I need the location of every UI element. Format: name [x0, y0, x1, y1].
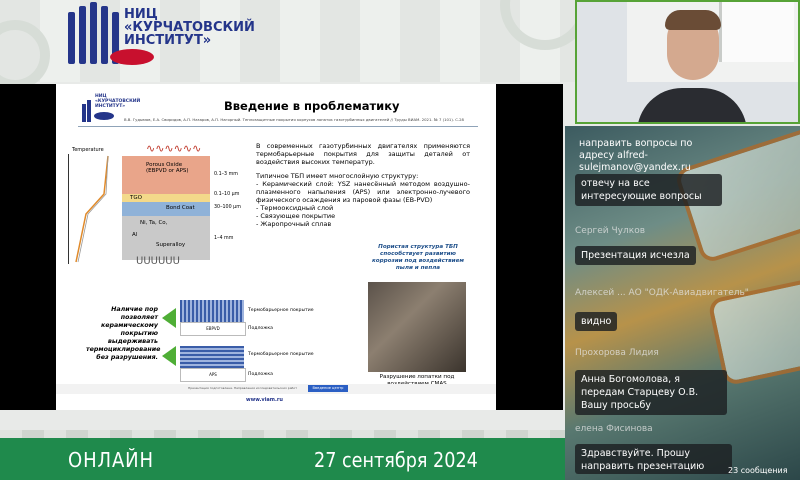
ni-ta-label: Ni, Ta, Co,	[140, 220, 168, 226]
superalloy-label: Superalloy	[156, 242, 186, 248]
ebpvd-microstructure	[180, 300, 244, 322]
substrate-label: Подложка	[248, 372, 273, 377]
footer-url: www.viam.ru	[246, 397, 283, 403]
structure-item: - Керамический слой: YSZ нанесённый мето…	[256, 180, 470, 204]
chat-message: Анна Богомолова, я передам Старцеву О.В.…	[575, 370, 727, 415]
substrate-label: Подложка	[248, 326, 273, 331]
speaker-body	[637, 88, 747, 122]
chat-sender: Алексей ... АО "ОДК-Авиадвигатель"	[575, 288, 749, 298]
dim-label: 0.1–10 μm	[214, 192, 240, 197]
structure-item: - Связующее покрытие	[256, 212, 336, 220]
bottom-stripes	[0, 430, 565, 438]
dim-label: 30–100 μm	[214, 205, 241, 210]
pores-note: Наличие пор позволяет керамическому покр…	[86, 306, 161, 361]
chat-message: Здравствуйте. Прошу направить презентаци…	[575, 444, 732, 474]
structure-item: - Жаропрочный сплав	[256, 220, 332, 228]
online-label: ОНЛАЙН	[68, 448, 154, 472]
tgo-label: TGO	[130, 195, 142, 201]
heat-waves-icon: ∿∿∿∿∿∿	[146, 142, 202, 155]
slide-logo-text: НИЦ «КУРЧАТОВСКИЙ ИНСТИТУТ»	[95, 94, 141, 109]
arrow-left-icon	[162, 346, 176, 366]
chat-sender: Сергей Чулков	[575, 226, 646, 236]
org-name: НИЦ «КУРЧАТОВСКИЙ ИНСТИТУТ»	[124, 7, 255, 48]
slide-title: Введение в проблематику	[224, 99, 400, 113]
slide-divider	[78, 126, 478, 127]
chat-message: видно	[575, 312, 618, 331]
viam-logo-oval	[110, 49, 154, 65]
slide-logo: НИЦ «КУРЧАТОВСКИЙ ИНСТИТУТ»	[82, 92, 140, 122]
aps-label: APS	[180, 368, 246, 382]
structure-item: - Термооксидный слой	[256, 204, 334, 212]
speaker-webcam	[575, 0, 800, 124]
dim-label: 0.1–3 mm	[214, 172, 238, 177]
more-messages-indicator[interactable]: 23 сообщения	[728, 466, 788, 475]
temperature-label: Temperature	[72, 147, 104, 153]
structure-list: - Керамический слой: YSZ нанесённый мето…	[256, 180, 470, 228]
dim-label: 1–4 mm	[214, 236, 234, 241]
structure-heading: Типичное ТБП имеет многослойную структур…	[256, 172, 419, 180]
intro-paragraph: В современных газотурбинных двигателях п…	[256, 142, 470, 166]
webcam-whiteboard	[719, 2, 794, 62]
presentation-area: НИЦ «КУРЧАТОВСКИЙ ИНСТИТУТ» Введение в п…	[0, 84, 563, 410]
chat-sender: Прохорова Лидия	[575, 348, 659, 358]
footer-button: Введение центр	[308, 385, 348, 392]
temperature-curve	[75, 155, 109, 263]
damaged-blade-image	[368, 282, 466, 372]
footer-caption: Презентация подготовлена. Направления ис…	[188, 386, 297, 390]
slide-authors: В.В. Гудымов, Е.А. Свиридов, А.П. Назаро…	[124, 117, 464, 122]
coating-label: Термобарьерное покрытие	[248, 352, 314, 357]
aps-microstructure	[180, 346, 244, 368]
ebpvd-label: EBPVD	[180, 322, 246, 336]
speaker-hair	[665, 10, 721, 30]
bond-coat-label: Bond Coat	[166, 205, 195, 211]
al-label: Al	[132, 232, 138, 238]
logo-bar	[79, 6, 86, 64]
chat-panel[interactable]: направить вопросы по адресу alfred-sulej…	[565, 126, 800, 480]
chat-message: направить вопросы по адресу alfred-sulej…	[579, 138, 693, 173]
porous-structure-note: Пористая структура ТБП способствует разв…	[372, 244, 464, 271]
mini-logo-bar	[82, 104, 86, 122]
slide-logo-oval	[94, 112, 114, 120]
logo-bar	[68, 12, 75, 64]
chat-sender: елена Фисинова	[575, 424, 653, 434]
mini-logo-bar	[87, 100, 91, 122]
porous-oxide-label: Porous Oxide (EBPVD or APS)	[146, 162, 189, 174]
arrow-left-icon	[162, 308, 176, 328]
logo-bar	[101, 6, 108, 64]
event-date: 27 сентября 2024	[314, 448, 478, 472]
cooling-arcs-icon: ᑌᑌᑌᑌᑌᑌ	[136, 256, 180, 267]
slide-body-text: В современных газотурбинных двигателях п…	[256, 142, 470, 228]
chat-message: Презентация исчезла	[575, 246, 696, 265]
coating-label: Термобарьерное покрытие	[248, 308, 314, 313]
logo-bar	[90, 2, 97, 64]
chat-message: отвечу на все интересующие вопросы	[575, 174, 722, 206]
slide: НИЦ «КУРЧАТОВСКИЙ ИНСТИТУТ» Введение в п…	[56, 84, 496, 410]
